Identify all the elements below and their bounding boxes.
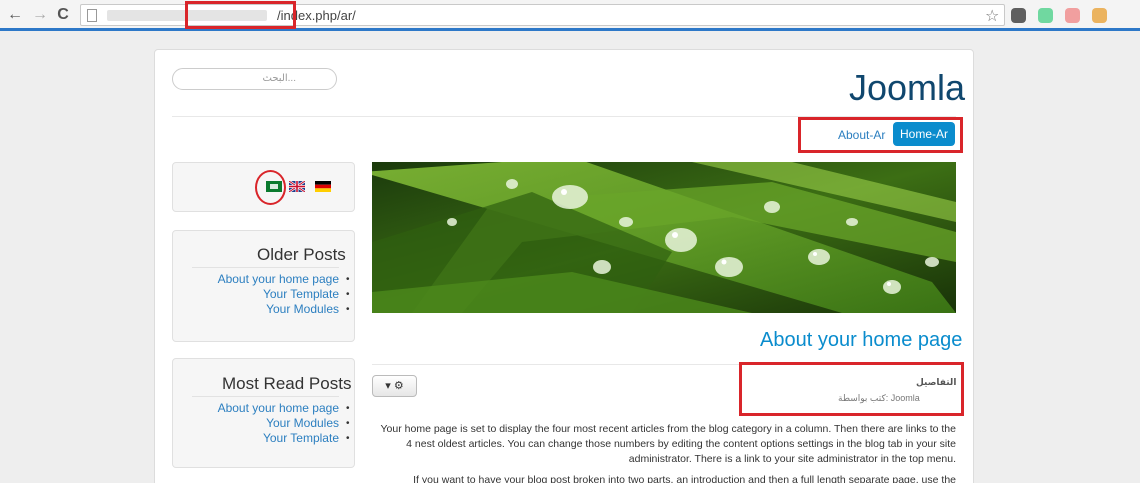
extension-icon[interactable] [1092, 8, 1107, 23]
url-highlight-box [185, 1, 296, 29]
bullet: • [346, 274, 350, 285]
arabic-flag-highlight-circle [255, 170, 286, 205]
site-brand[interactable]: Joomla [849, 67, 965, 109]
most-read-link[interactable]: Your Modules [190, 416, 339, 430]
german-flag-icon[interactable] [315, 181, 331, 192]
article-title[interactable]: About your home page [760, 329, 962, 352]
article-paragraph: Your home page is set to display the fou… [380, 423, 956, 465]
extension-icon[interactable] [1011, 8, 1026, 23]
bullet: • [346, 433, 350, 444]
extension-icon[interactable] [1065, 8, 1080, 23]
older-post-link[interactable]: About your home page [190, 272, 339, 286]
bullet: • [346, 403, 350, 414]
browser-toolbar: ← → C /index.php/ar/ ☆ [0, 0, 1140, 31]
article-options-button[interactable]: ▾ ⚙ [372, 375, 417, 397]
bullet: • [346, 304, 350, 315]
search-input[interactable]: البحث... [172, 68, 337, 90]
divider [192, 396, 339, 397]
back-arrow-icon[interactable]: ← [6, 5, 24, 25]
extension-icon[interactable] [1038, 8, 1053, 23]
bookmark-star-icon[interactable]: ☆ [985, 6, 999, 26]
reload-icon[interactable]: C [54, 5, 72, 25]
hero-image-grass [372, 162, 956, 313]
most-read-title: Most Read Posts [222, 374, 352, 393]
details-highlight-box [739, 362, 964, 416]
caret-down-icon: ▾ [385, 380, 391, 392]
bullet: • [346, 418, 350, 429]
gear-icon: ⚙ [393, 380, 404, 392]
divider [192, 267, 339, 268]
article-paragraph: If you want to have your blog post broke… [413, 474, 956, 483]
forward-arrow-icon[interactable]: → [31, 5, 49, 25]
older-post-link[interactable]: Your Modules [190, 302, 339, 316]
uk-flag-icon[interactable] [289, 181, 305, 192]
most-read-link[interactable]: Your Template [190, 431, 339, 445]
page-icon [87, 9, 97, 22]
bullet: • [346, 289, 350, 300]
older-post-link[interactable]: Your Template [190, 287, 339, 301]
most-read-link[interactable]: About your home page [190, 401, 339, 415]
nav-highlight-box [798, 117, 963, 153]
older-posts-title: Older Posts [257, 245, 346, 264]
